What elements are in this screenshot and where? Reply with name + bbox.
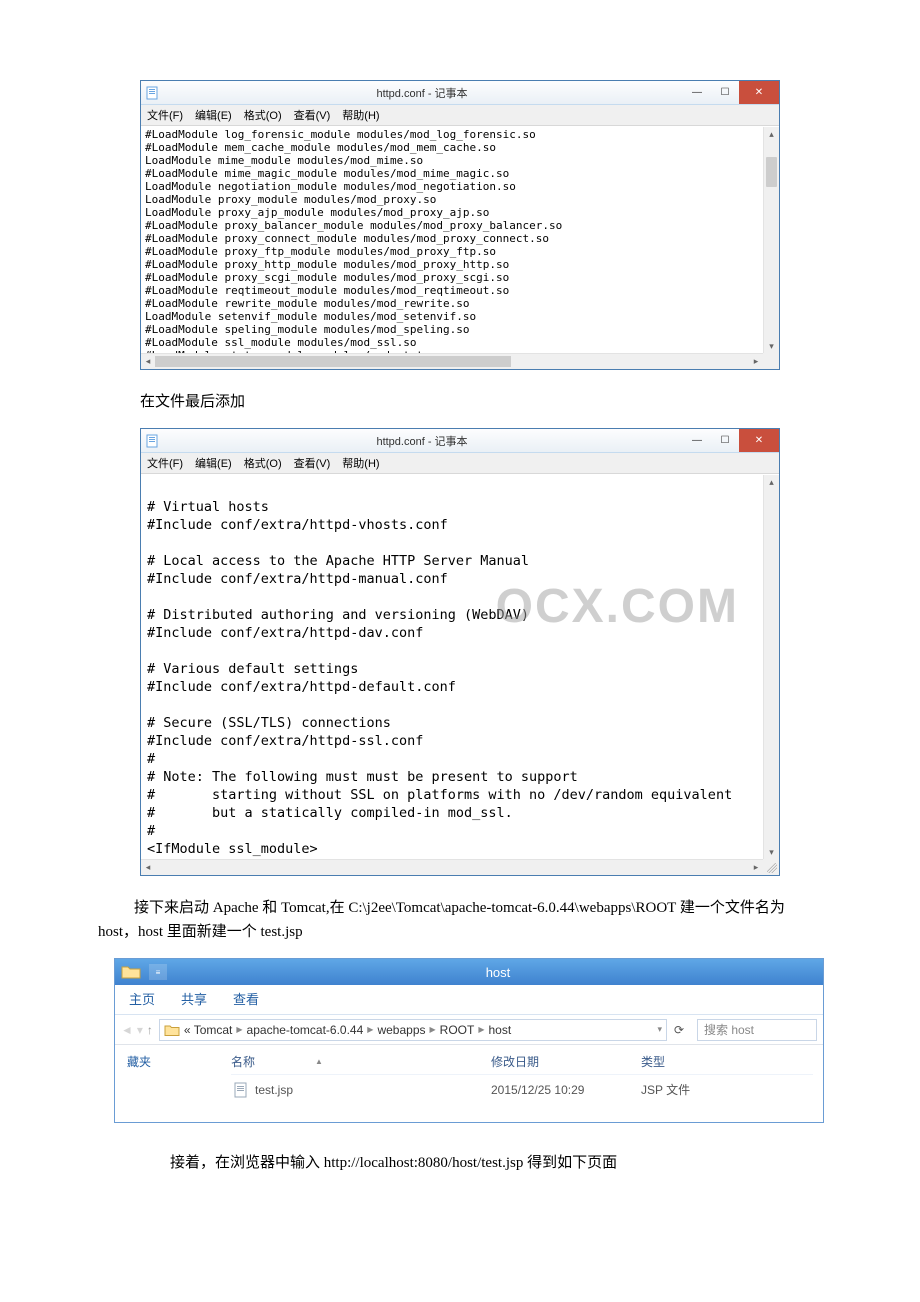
editor-content[interactable]: # Virtual hosts #Include conf/extra/http… [141,474,779,860]
quick-access-dropdown[interactable]: ≡ [149,964,167,980]
titlebar[interactable]: httpd.conf - 记事本 — ☐ ✕ [141,429,779,453]
search-placeholder: 搜索 host [704,1021,754,1038]
tab-share[interactable]: 共享 [181,989,207,1008]
menu-help[interactable]: 帮助(H) [342,455,379,471]
menu-format[interactable]: 格式(O) [244,107,282,123]
breadcrumb-item[interactable]: ROOT [440,1023,475,1037]
scrollbar-vertical[interactable]: ▴ ▾ [763,127,779,353]
scroll-up-icon[interactable]: ▴ [764,475,779,489]
explorer-titlebar[interactable]: ≡ host [115,959,823,985]
breadcrumb-item[interactable]: host [488,1023,511,1037]
scroll-corner [763,353,779,369]
scroll-left-icon[interactable]: ◂ [141,862,155,873]
scrollbar-vertical[interactable]: ▴ ▾ [763,475,779,859]
breadcrumb-bar[interactable]: « Tomcat▶ apache-tomcat-6.0.44▶ webapps▶… [159,1019,667,1041]
column-headers[interactable]: 名称 ▲ 修改日期 类型 [231,1049,813,1075]
col-name[interactable]: 名称 [231,1053,255,1070]
scroll-thumb[interactable] [766,157,777,187]
menubar: 文件(F) 编辑(E) 格式(O) 查看(V) 帮助(H) [141,453,779,474]
breadcrumb-item[interactable]: apache-tomcat-6.0.44 [247,1023,364,1037]
scroll-down-icon[interactable]: ▾ [764,845,779,859]
file-name: test.jsp [255,1083,293,1097]
resize-grip-icon[interactable] [767,863,777,873]
file-pane: 藏夹 名称 ▲ 修改日期 类型 test.jsp 2015/12/25 10:29… [115,1045,823,1122]
notepad-icon [145,85,161,101]
explorer-title: host [173,965,823,980]
nav-up-icon[interactable]: ↑ [147,1023,153,1037]
menu-view[interactable]: 查看(V) [294,107,331,123]
file-icon [233,1082,249,1098]
breadcrumb-item[interactable]: « Tomcat [184,1023,232,1037]
nav-pane[interactable]: 藏夹 [115,1045,171,1122]
notepad-window-1: httpd.conf - 记事本 — ☐ ✕ 文件(F) 编辑(E) 格式(O)… [140,80,780,370]
scroll-thumb-h[interactable] [155,356,511,367]
window-title: httpd.conf - 记事本 [161,85,683,101]
titlebar[interactable]: httpd.conf - 记事本 — ☐ ✕ [141,81,779,105]
minimize-button[interactable]: — [683,81,711,104]
close-button[interactable]: ✕ [739,81,779,104]
notepad-icon [145,433,161,449]
breadcrumb-item[interactable]: webapps [377,1023,425,1037]
scroll-down-icon[interactable]: ▾ [764,339,779,353]
search-input[interactable]: 搜索 host [697,1019,817,1041]
tab-home[interactable]: 主页 [129,989,155,1008]
maximize-button[interactable]: ☐ [711,429,739,452]
window-title: httpd.conf - 记事本 [161,433,683,449]
scrollbar-horizontal[interactable]: ◂ ▸ [141,859,763,875]
col-date[interactable]: 修改日期 [491,1053,641,1070]
file-row[interactable]: test.jsp 2015/12/25 10:29 JSP 文件 [231,1075,813,1104]
scroll-right-icon[interactable]: ▸ [749,862,763,873]
explorer-window: ≡ host 主页 共享 查看 ◄ ▾ ↑ « Tomcat▶ apache-t… [114,958,824,1123]
favorites-label: 藏夹 [127,1055,151,1069]
refresh-button[interactable]: ⟳ [667,1023,691,1037]
col-type[interactable]: 类型 [641,1053,813,1070]
tab-view[interactable]: 查看 [233,989,259,1008]
menubar: 文件(F) 编辑(E) 格式(O) 查看(V) 帮助(H) [141,105,779,126]
folder-icon [121,964,141,980]
notepad-window-2: httpd.conf - 记事本 — ☐ ✕ 文件(F) 编辑(E) 格式(O)… [140,428,780,876]
sort-asc-icon[interactable]: ▲ [315,1057,323,1066]
menu-edit[interactable]: 编辑(E) [195,455,232,471]
file-type: JSP 文件 [641,1081,813,1098]
scroll-left-icon[interactable]: ◂ [141,356,155,367]
file-list[interactable]: 名称 ▲ 修改日期 类型 test.jsp 2015/12/25 10:29 JS… [171,1045,823,1122]
ribbon-tabs: 主页 共享 查看 [115,985,823,1015]
file-date: 2015/12/25 10:29 [491,1083,641,1097]
paragraph-3: 接着，在浏览器中输入 http://localhost:8080/host/te… [140,1151,780,1175]
paragraph-1: 在文件最后添加 [140,390,780,414]
scroll-up-icon[interactable]: ▴ [764,127,779,141]
address-bar-row: ◄ ▾ ↑ « Tomcat▶ apache-tomcat-6.0.44▶ we… [115,1015,823,1045]
scroll-right-icon[interactable]: ▸ [749,356,763,367]
editor-content[interactable]: #LoadModule log_forensic_module modules/… [141,126,779,354]
maximize-button[interactable]: ☐ [711,81,739,104]
scroll-corner [763,859,779,875]
scrollbar-horizontal[interactable]: ◂ ▸ [141,353,763,369]
menu-file[interactable]: 文件(F) [147,455,183,471]
breadcrumb-dropdown-icon[interactable]: ▾ [657,1024,662,1035]
paragraph-2: 接下来启动 Apache 和 Tomcat,在 C:\j2ee\Tomcat\a… [98,896,800,944]
menu-view[interactable]: 查看(V) [294,455,331,471]
menu-format[interactable]: 格式(O) [244,455,282,471]
close-button[interactable]: ✕ [739,429,779,452]
nav-dropdown-icon[interactable]: ▾ [137,1023,143,1037]
nav-back-icon[interactable]: ◄ [121,1023,133,1037]
menu-help[interactable]: 帮助(H) [342,107,379,123]
menu-edit[interactable]: 编辑(E) [195,107,232,123]
minimize-button[interactable]: — [683,429,711,452]
menu-file[interactable]: 文件(F) [147,107,183,123]
folder-icon [164,1023,180,1037]
